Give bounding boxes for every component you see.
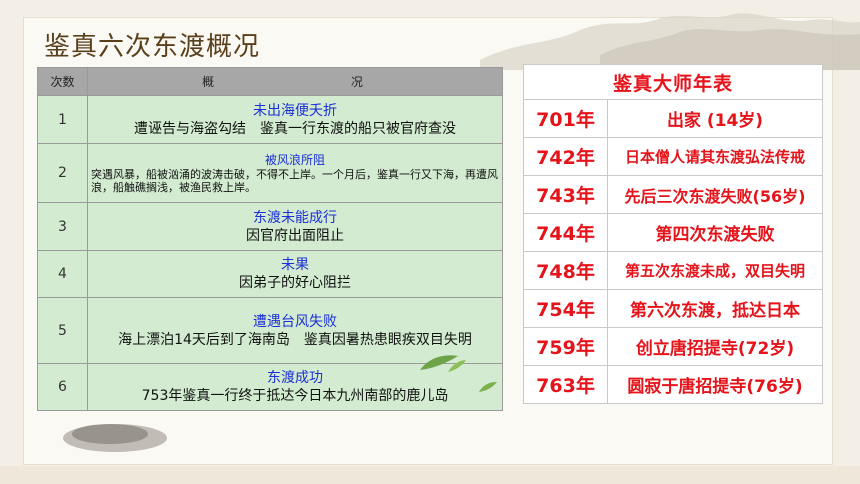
- chronology-row: 743年 先后三次东渡失败(56岁): [523, 175, 823, 214]
- chronology-year: 748年: [523, 251, 608, 290]
- row-desc: 突遇风暴，船被汹涌的波涛击破，不得不上岸。一个月后，鉴真一行又下海，再遭风浪，船…: [91, 167, 498, 194]
- chronology-table: 鉴真大师年表 701年 出家 (14岁) 742年 日本僧人请其东渡弘法传戒 7…: [523, 64, 823, 404]
- row-number: 4: [37, 250, 88, 298]
- header-overview: 概 况: [87, 67, 503, 96]
- leaf-decoration: [479, 382, 497, 392]
- row-content: 东渡未能成行 因官府出面阻止: [87, 202, 503, 251]
- header-overview-char2: 况: [350, 75, 363, 89]
- leaf-decoration: [420, 355, 466, 372]
- chronology-year: 701年: [523, 99, 608, 138]
- chronology-row: 701年 出家 (14岁): [523, 99, 823, 138]
- row-number: 2: [37, 143, 88, 203]
- row-content: 被风浪所阻 突遇风暴，船被汹涌的波涛击破，不得不上岸。一个月后，鉴真一行又下海，…: [87, 143, 503, 203]
- slide-background: 鉴真六次东渡概况 次数 概 况 1 未出海便夭折 遭诬告与海盗勾结 鉴真一行东渡…: [0, 0, 860, 484]
- chronology-row: 742年 日本僧人请其东渡弘法传戒: [523, 137, 823, 176]
- chronology-title: 鉴真大师年表: [523, 64, 823, 100]
- row-desc: 因官府出面阻止: [246, 227, 344, 244]
- chronology-event: 先后三次东渡失败(56岁): [607, 175, 823, 214]
- chronology-event: 日本僧人请其东渡弘法传戒: [607, 137, 823, 176]
- table-row: 1 未出海便夭折 遭诬告与海盗勾结 鉴真一行东渡的船只被官府查没: [37, 95, 503, 144]
- chronology-event: 创立唐招提寺(72岁): [607, 327, 823, 366]
- chronology-event: 圆寂于唐招提寺(76岁): [607, 365, 823, 404]
- row-title: 被风浪所阻: [264, 152, 325, 167]
- chronology-year: 754年: [523, 289, 608, 328]
- row-number: 3: [37, 202, 88, 251]
- row-number: 6: [37, 363, 88, 411]
- table-header-row: 次数 概 况: [37, 67, 503, 96]
- chronology-year: 743年: [523, 175, 608, 214]
- header-overview-char1: 概: [202, 75, 215, 89]
- row-desc: 753年鉴真一行终于抵达今日本九州南部的鹿儿岛: [141, 388, 449, 404]
- row-desc: 遭诬告与海盗勾结 鉴真一行东渡的船只被官府查没: [134, 120, 456, 137]
- chronology-row: 763年 圆寂于唐招提寺(76岁): [523, 365, 823, 404]
- row-content: 未果 因弟子的好心阻拦: [87, 250, 503, 298]
- chronology-row: 744年 第四次东渡失败: [523, 213, 823, 252]
- row-content: 未出海便夭折 遭诬告与海盗勾结 鉴真一行东渡的船只被官府查没: [87, 95, 503, 144]
- chronology-event: 出家 (14岁): [607, 99, 823, 138]
- chronology-event: 第四次东渡失败: [607, 213, 823, 252]
- chronology-title-row: 鉴真大师年表: [523, 64, 823, 100]
- row-desc: 因弟子的好心阻拦: [239, 275, 351, 291]
- row-desc: 海上漂泊14天后到了海南岛 鉴真因暑热患眼疾双目失明: [118, 331, 472, 348]
- chronology-row: 748年 第五次东渡未成，双目失明: [523, 251, 823, 290]
- row-title: 未果: [281, 257, 309, 273]
- chronology-year: 742年: [523, 137, 608, 176]
- chronology-year: 744年: [523, 213, 608, 252]
- chronology-year: 759年: [523, 327, 608, 366]
- chronology-event: 第六次东渡，抵达日本: [607, 289, 823, 328]
- chronology-row: 759年 创立唐招提寺(72岁): [523, 327, 823, 366]
- table-row: 2 被风浪所阻 突遇风暴，船被汹涌的波涛击破，不得不上岸。一个月后，鉴真一行又下…: [37, 143, 503, 203]
- chronology-year: 763年: [523, 365, 608, 404]
- table-row: 4 未果 因弟子的好心阻拦: [37, 250, 503, 298]
- row-title: 未出海便夭折: [253, 102, 337, 119]
- row-number: 1: [37, 95, 88, 144]
- chronology-row: 754年 第六次东渡，抵达日本: [523, 289, 823, 328]
- table-row: 3 东渡未能成行 因官府出面阻止: [37, 202, 503, 251]
- ink-mountain-decoration: [480, 13, 860, 70]
- stone-decoration: [63, 424, 167, 452]
- row-title: 遭遇台风失败: [253, 313, 337, 330]
- row-number: 5: [37, 297, 88, 364]
- chronology-event: 第五次东渡未成，双目失明: [607, 251, 823, 290]
- bottom-band: [0, 466, 860, 484]
- row-title: 东渡未能成行: [253, 209, 337, 226]
- slide-title: 鉴真六次东渡概况: [44, 32, 261, 62]
- header-count: 次数: [37, 67, 88, 96]
